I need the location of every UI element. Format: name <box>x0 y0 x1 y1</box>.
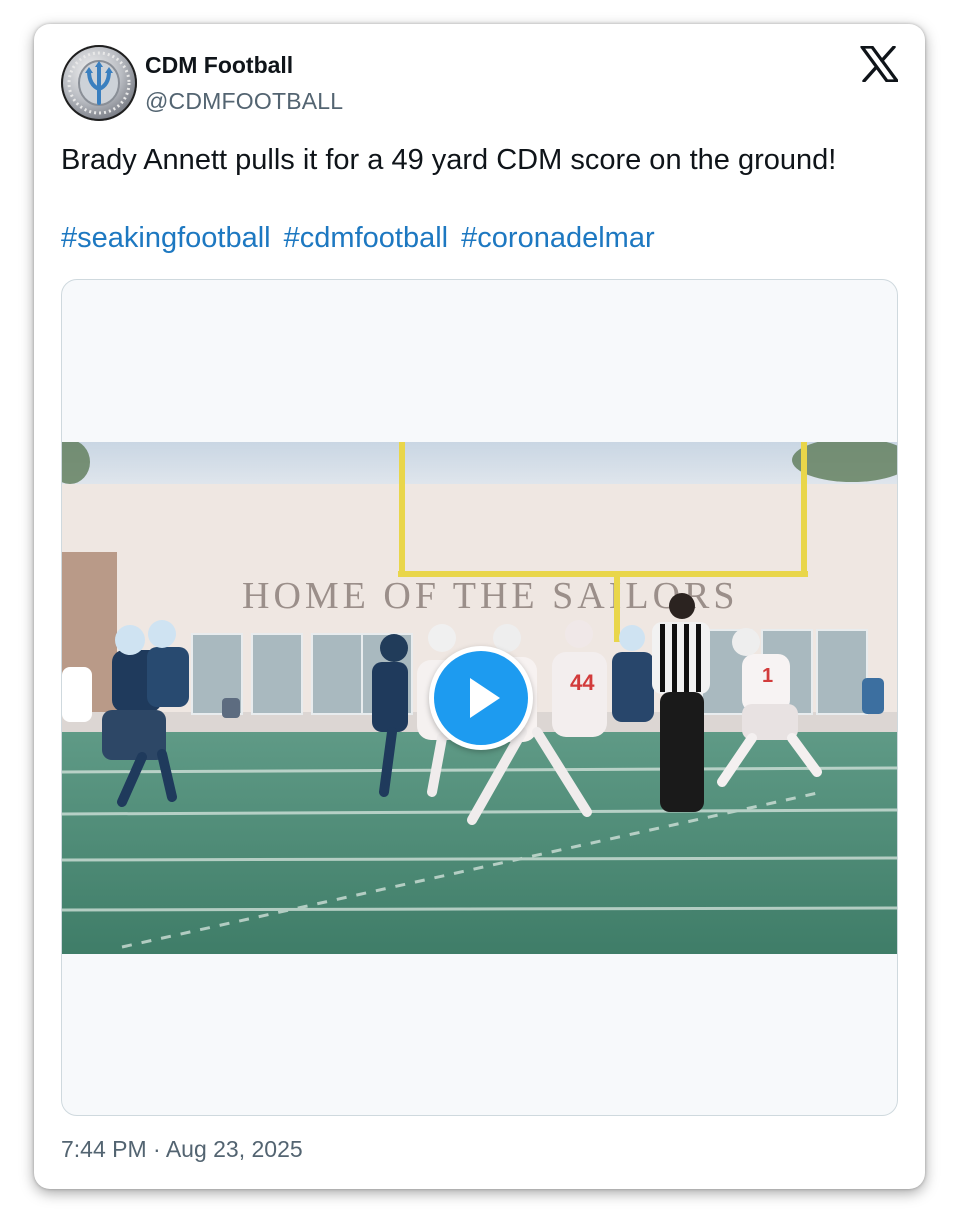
svg-text:1: 1 <box>762 665 773 687</box>
banner-text: HOME OF THE SAILORS <box>242 575 739 617</box>
video-media[interactable]: HOME OF THE SAILORS 44 1 <box>61 279 898 1116</box>
hashtag-link[interactable]: #seakingfootball <box>61 222 271 254</box>
tweet-timestamp[interactable]: 7:44 PM · Aug 23, 2025 <box>61 1136 303 1163</box>
championship-ring-icon <box>67 51 131 115</box>
display-name[interactable]: CDM Football <box>145 52 293 79</box>
hashtag-list: #seakingfootball #cdmfootball #coronadel… <box>61 219 660 258</box>
play-icon <box>470 678 500 718</box>
user-handle[interactable]: @CDMFOOTBALL <box>145 88 343 115</box>
play-button[interactable] <box>429 646 533 750</box>
x-logo-icon[interactable] <box>860 45 899 83</box>
hashtag-link[interactable]: #cdmfootball <box>284 222 448 254</box>
svg-text:44: 44 <box>570 670 595 695</box>
tweet-card: CDM Football @CDMFOOTBALL Brady Annett p… <box>34 24 925 1189</box>
hashtag-link[interactable]: #coronadelmar <box>461 222 654 254</box>
tweet-text: Brady Annett pulls it for a 49 yard CDM … <box>61 144 837 176</box>
avatar[interactable] <box>61 45 137 121</box>
